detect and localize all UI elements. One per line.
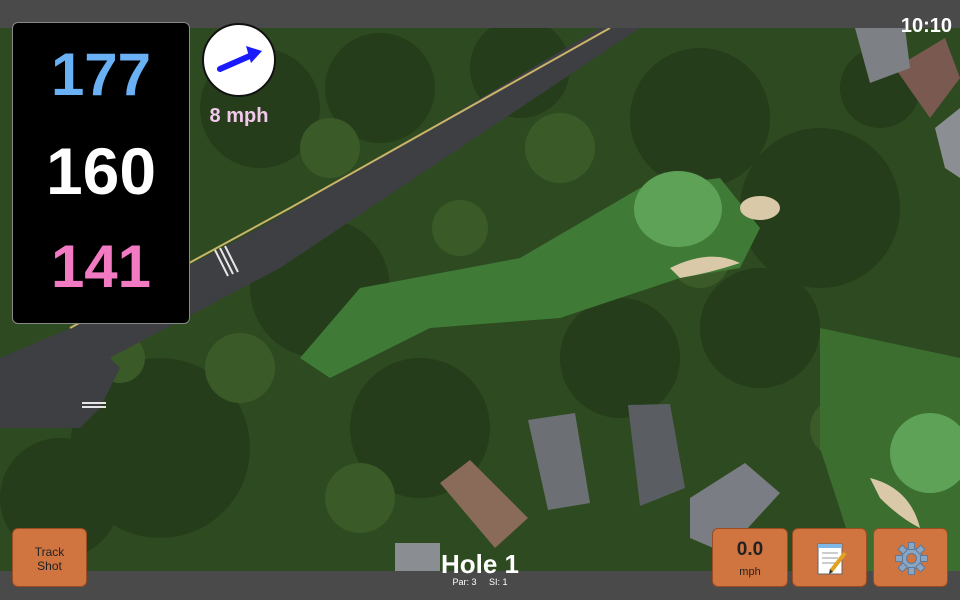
notepad-icon (817, 543, 847, 575)
hole-info: Par: 3 SI: 1 (380, 577, 580, 587)
back-distance: 177 (50, 41, 152, 108)
settings-button[interactable] (873, 528, 948, 587)
distance-panel: 177 160 141 (12, 22, 190, 324)
speed-button[interactable]: 0.0 mph (712, 528, 788, 587)
speed-value: 0.0 (736, 539, 764, 560)
clock: 10:10 (900, 15, 952, 37)
track-shot-label-line1: Track (34, 545, 65, 559)
track-shot-button[interactable]: Track Shot (12, 528, 87, 587)
wind-speed-label: 8 mph (209, 105, 269, 127)
track-shot-label-line2: Shot (37, 559, 62, 573)
front-distance: 141 (50, 233, 152, 300)
speed-unit: mph (739, 566, 761, 578)
middle-distance: 160 (45, 134, 157, 208)
wind-arrow-icon (217, 46, 262, 72)
hole-title: Hole 1 (440, 549, 520, 579)
gear-icon (895, 542, 928, 575)
notes-button[interactable] (792, 528, 867, 587)
hole-par: Par: 3 (452, 577, 477, 587)
wind-indicator (202, 23, 276, 97)
hole-stroke-index: SI: 1 (489, 577, 508, 587)
